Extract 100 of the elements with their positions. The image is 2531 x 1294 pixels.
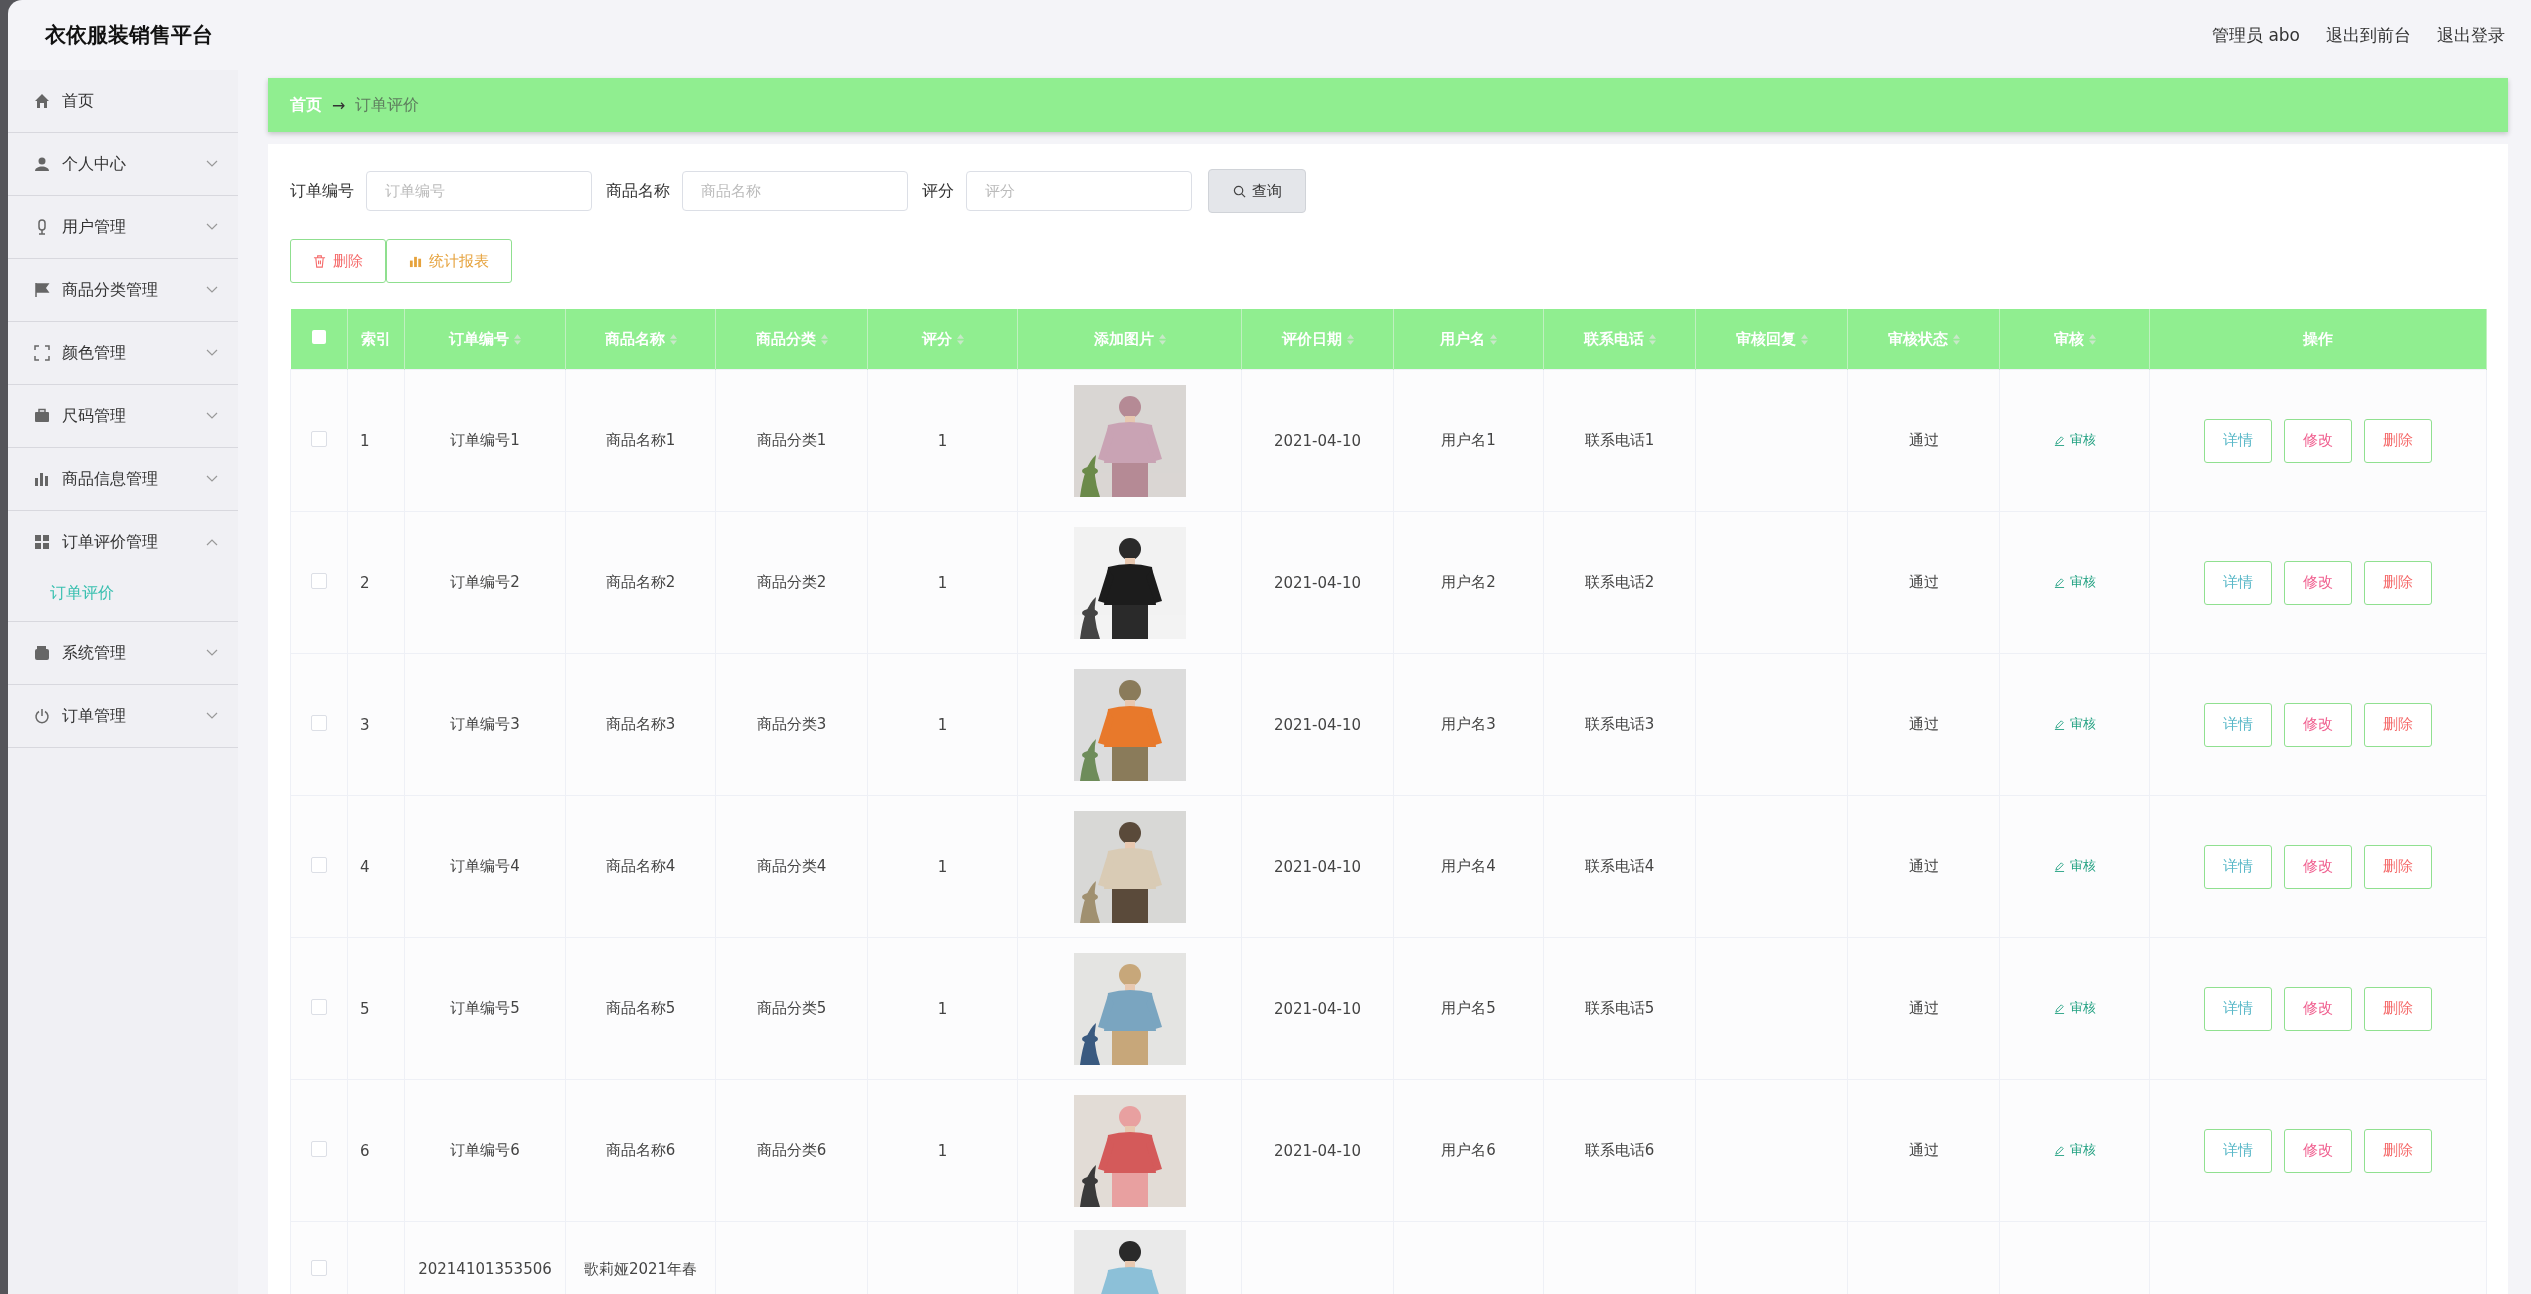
review-link[interactable]: 审核 [2053,573,2096,592]
breadcrumb-current: 订单评价 [355,94,420,116]
table-cell: 1 [937,999,948,1018]
pencil-icon [2053,1002,2065,1014]
details-button[interactable]: 详情 [2204,986,2272,1031]
delete-button[interactable]: 删除 [2364,844,2432,889]
filter-input[interactable]: 订单编号 [366,171,592,211]
table-cell: 20214101353506 [418,1260,552,1278]
sidebar-item[interactable]: 首页 [8,70,238,132]
delete-button[interactable]: 删除 [2364,702,2432,747]
table-cell: 2 [360,573,370,592]
table-cell: 用户名3 [1441,715,1496,733]
table-cell: 商品名称5 [605,999,676,1017]
table-cell: 1 [937,857,948,876]
review-link[interactable]: 审核 [2053,857,2096,876]
table-cell: 2021-04-10 [1273,857,1362,876]
table-cell: 1 [937,715,948,734]
filter-label: 商品名称 [606,180,670,202]
review-link[interactable]: 审核 [2053,999,2096,1018]
sidebar-item[interactable]: 商品信息管理 [8,448,238,510]
details-button[interactable]: 详情 [2204,844,2272,889]
power-icon [34,708,50,724]
details-button[interactable]: 详情 [2204,1128,2272,1173]
delete-button[interactable]: 删除 [290,239,386,283]
sidebar-item[interactable]: 个人中心 [8,133,238,195]
home-icon [34,93,50,109]
edit-button[interactable]: 修改 [2284,560,2352,605]
person-icon [34,156,50,172]
row-checkbox[interactable] [311,998,327,1015]
edit-button[interactable]: 修改 [2284,986,2352,1031]
table-cell: 4 [360,857,370,876]
header-link[interactable]: 退出登录 [2437,23,2505,47]
table-cell: 通过 [1908,715,1939,733]
delete-button[interactable]: 删除 [2364,986,2432,1031]
review-link[interactable]: 审核 [2053,715,2096,734]
edit-button[interactable]: 修改 [2284,844,2352,889]
table-cell: 联系电话2 [1584,573,1655,591]
row-checkbox[interactable] [311,572,327,589]
search-button[interactable]: 查询 [1208,169,1306,213]
delete-button[interactable]: 删除 [2364,1128,2432,1173]
row-checkbox[interactable] [311,1140,327,1157]
table-cell: 订单编号6 [450,1141,520,1159]
row-checkbox[interactable] [311,856,327,873]
app-title: 衣依服装销售平台 [45,22,213,49]
edit-button[interactable]: 修改 [2284,702,2352,747]
filter-input[interactable]: 商品名称 [682,171,908,211]
table-cell: 用户名4 [1441,857,1496,875]
table-cell: 通过 [1908,1141,1939,1159]
table-cell: 商品分类4 [756,857,827,875]
edit-button[interactable]: 修改 [2284,1128,2352,1173]
details-button[interactable]: 详情 [2204,560,2272,605]
details-button[interactable]: 详情 [2204,418,2272,463]
table-cell: 商品分类5 [756,999,827,1017]
select-all-checkbox[interactable] [311,330,326,344]
row-checkbox[interactable] [311,430,327,447]
table-cell: 订单编号3 [450,715,520,733]
table-cell: 1 [360,431,370,450]
table-cell: 2021-04-10 [1273,1141,1362,1160]
sidebar-item[interactable]: 系统管理 [8,622,238,684]
row-checkbox[interactable] [311,714,327,731]
user-label: 管理员 abo [2212,23,2300,47]
table-cell: 联系电话6 [1584,1141,1655,1159]
review-link[interactable]: 审核 [2053,431,2096,450]
table-cell: 用户名2 [1441,573,1496,591]
report-button[interactable]: 统计报表 [386,239,512,283]
pencil-icon [2053,1144,2065,1156]
table-cell: 通过 [1908,857,1939,875]
filter-input[interactable]: 评分 [966,171,1192,211]
table-cell: 1 [937,1141,948,1160]
sidebar-item[interactable]: 商品分类管理 [8,259,238,321]
table-cell: 通过 [1908,573,1939,591]
delete-button[interactable]: 删除 [2364,560,2432,605]
table-cell: 商品名称1 [605,431,676,449]
table-cell: 商品名称6 [605,1141,676,1159]
table-cell: 用户名6 [1441,1141,1496,1159]
edit-button[interactable]: 修改 [2284,418,2352,463]
table-cell: 订单编号2 [450,573,520,591]
header-link[interactable]: 退出到前台 [2326,23,2411,47]
table-cell: 联系电话4 [1584,857,1655,875]
details-button[interactable]: 详情 [2204,702,2272,747]
search-icon [1232,184,1246,198]
table-cell: 2021-04-10 [1273,999,1362,1018]
delete-button[interactable]: 删除 [2364,418,2432,463]
table-cell: 商品名称2 [605,573,676,591]
sidebar-item[interactable]: 颜色管理 [8,322,238,384]
bar-chart-icon [409,254,422,268]
sidebar-item[interactable]: 订单管理 [8,685,238,747]
sidebar-item[interactable]: 尺码管理 [8,385,238,447]
sidebar-item[interactable]: 用户管理 [8,196,238,258]
table-cell: 1 [937,431,948,450]
pencil-icon [2053,860,2065,872]
table-cell: 商品分类6 [756,1141,827,1159]
table-cell: 用户名5 [1441,999,1496,1017]
bar-chart-icon [34,471,50,487]
row-checkbox[interactable] [311,1260,327,1276]
table-cell: 2021-04-10 [1273,431,1362,450]
table-cell: 2021-04-10 [1273,573,1362,592]
review-link[interactable]: 审核 [2053,1141,2096,1160]
pencil-icon [2053,718,2065,730]
table-cell: 3 [360,715,370,734]
